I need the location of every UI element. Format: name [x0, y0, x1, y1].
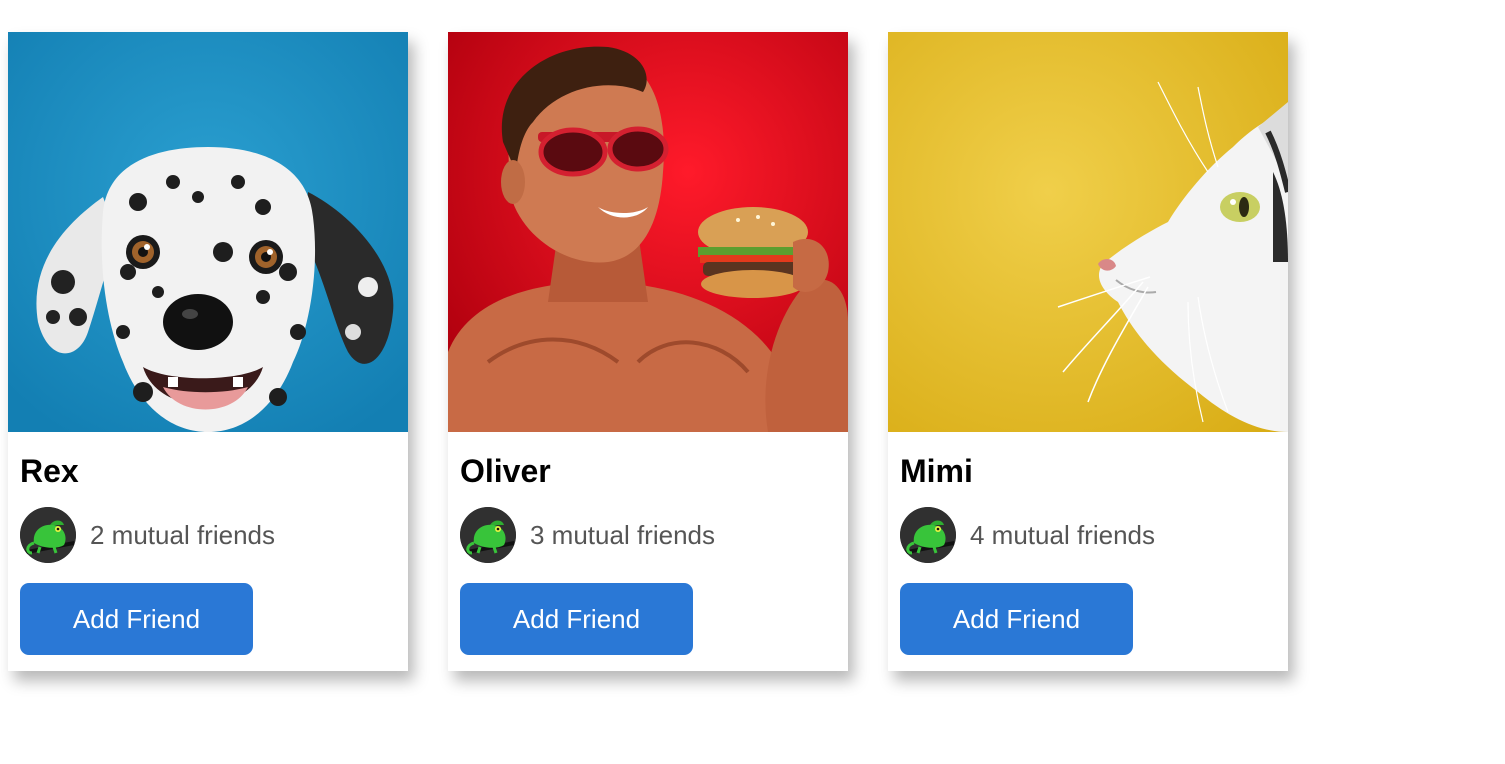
profile-photo-mimi[interactable] [888, 32, 1288, 432]
add-friend-button[interactable]: Add Friend [460, 583, 693, 655]
mutual-friend-avatar[interactable] [900, 507, 956, 563]
add-friend-button[interactable]: Add Friend [900, 583, 1133, 655]
mutual-friends[interactable]: 2 mutual friends [20, 507, 275, 563]
mutual-friends-count: 3 mutual friends [530, 519, 715, 550]
mutual-friend-avatar[interactable] [460, 507, 516, 563]
friend-suggestions: Rex 2 mutual friends Add Friend Oliver 3… [8, 32, 1288, 671]
friend-card-mimi: Mimi 4 mutual friends Add Friend [888, 32, 1288, 671]
friend-name[interactable]: Oliver [460, 453, 551, 489]
mutual-friends-count: 2 mutual friends [90, 519, 275, 550]
mutual-friends[interactable]: 4 mutual friends [900, 507, 1155, 563]
profile-photo-rex[interactable] [8, 32, 408, 432]
profile-photo-oliver[interactable] [448, 32, 848, 432]
mutual-friends[interactable]: 3 mutual friends [460, 507, 715, 563]
mutual-friend-avatar[interactable] [20, 507, 76, 563]
mutual-friends-count: 4 mutual friends [970, 519, 1155, 550]
add-friend-button[interactable]: Add Friend [20, 583, 253, 655]
friend-name[interactable]: Rex [20, 453, 79, 489]
friend-card-oliver: Oliver 3 mutual friends Add Friend [448, 32, 848, 671]
friend-card-rex: Rex 2 mutual friends Add Friend [8, 32, 408, 671]
friend-name[interactable]: Mimi [900, 453, 973, 489]
